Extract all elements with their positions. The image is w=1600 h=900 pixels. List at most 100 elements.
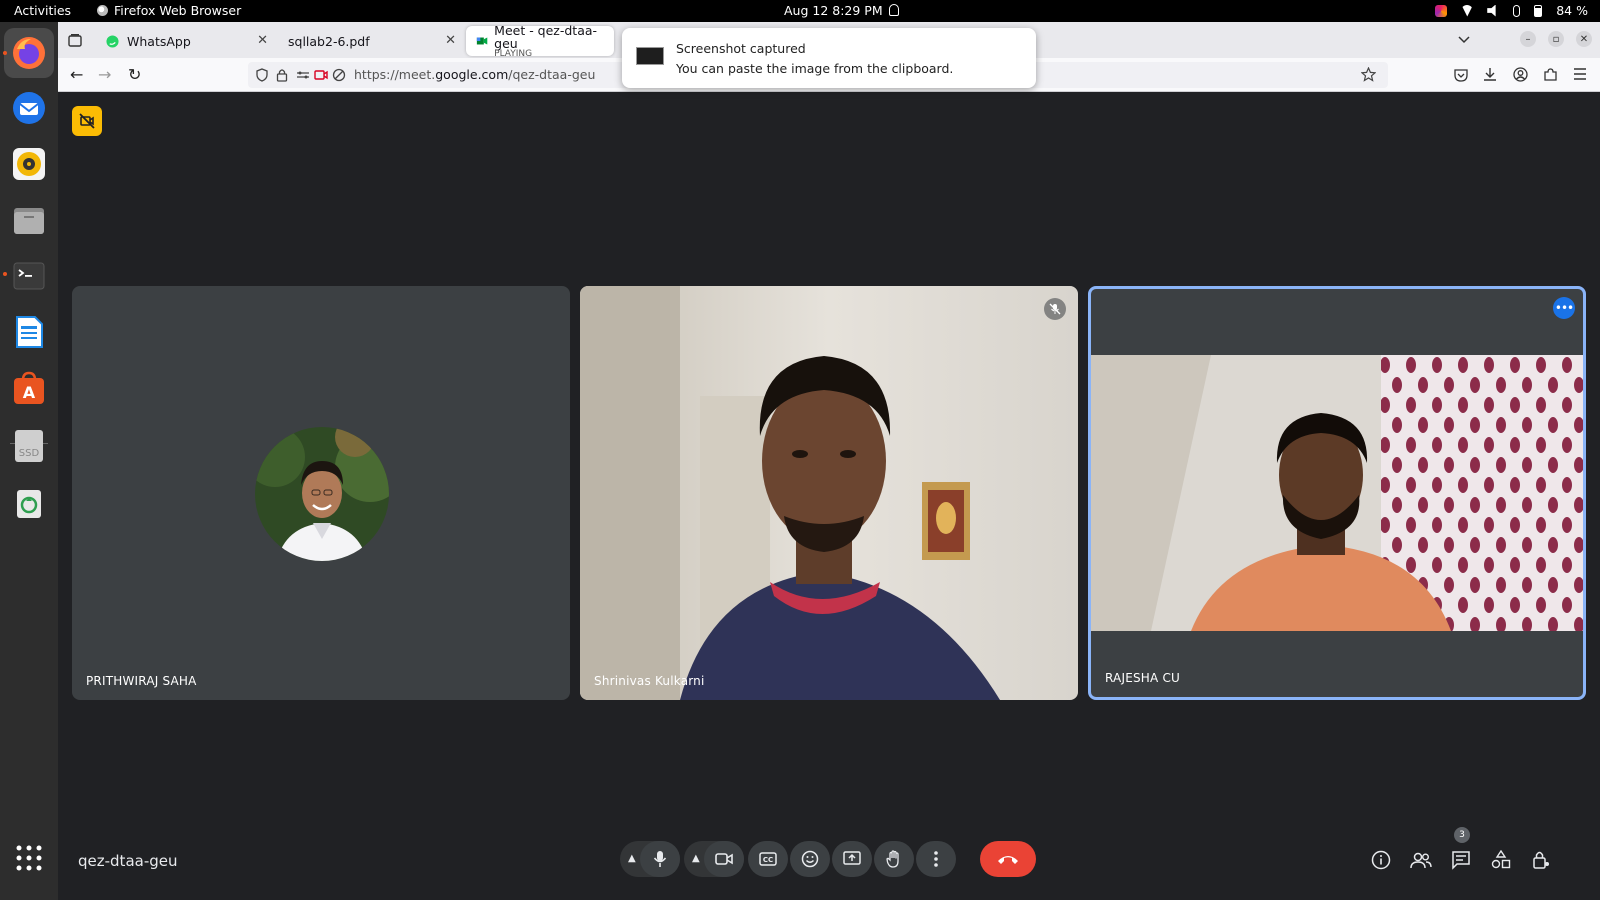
dock-writer[interactable] xyxy=(9,312,49,352)
more-options-icon[interactable]: ••• xyxy=(1553,297,1575,319)
participant-video xyxy=(1091,355,1583,631)
extensions-puzzle-icon[interactable] xyxy=(1543,67,1558,82)
video-camera-icon xyxy=(715,853,733,865)
notification-body: You can paste the image from the clipboa… xyxy=(676,61,954,76)
activities-button[interactable]: Activities xyxy=(14,3,71,18)
host-controls-button[interactable] xyxy=(1530,849,1552,871)
tab-overview-icon[interactable] xyxy=(68,33,82,47)
dock-app-center[interactable]: A xyxy=(9,368,49,408)
system-tray[interactable]: 84 % xyxy=(1435,3,1588,18)
notification-title: Screenshot captured xyxy=(676,41,806,56)
permissions-icon[interactable] xyxy=(296,70,310,80)
lock-person-icon xyxy=(1533,851,1549,869)
battery-icon xyxy=(1534,4,1543,17)
participant-tile[interactable]: Shrinivas Kulkarni xyxy=(580,286,1078,700)
whatsapp-icon xyxy=(106,34,119,48)
app-center-icon: A xyxy=(14,371,44,404)
captions-button[interactable]: CC xyxy=(748,841,788,877)
firefox-small-icon xyxy=(97,5,108,16)
meeting-code: qez-dtaa-geu xyxy=(78,852,178,870)
color-picker-icon[interactable] xyxy=(1435,4,1448,17)
pocket-icon[interactable] xyxy=(1454,68,1468,82)
rhythmbox-icon xyxy=(13,148,45,180)
audio-options-chevron-icon[interactable]: ▲ xyxy=(628,853,636,864)
minimize-window-icon[interactable]: – xyxy=(1520,31,1536,47)
dock-terminal[interactable] xyxy=(9,256,49,296)
account-icon[interactable] xyxy=(1513,67,1528,82)
meet-stage: PRITHWIRAJ SAHA Shrinivas Kulkarni ••• R… xyxy=(58,92,1600,900)
reload-icon[interactable]: ↻ xyxy=(128,65,141,84)
chat-button[interactable] xyxy=(1450,849,1472,871)
dock-rhythmbox[interactable] xyxy=(9,144,49,184)
battery-percent: 84 % xyxy=(1556,3,1588,18)
files-icon xyxy=(14,208,44,234)
list-all-tabs-chevron-icon[interactable] xyxy=(1458,36,1470,44)
svg-text:SSD: SSD xyxy=(19,448,40,459)
autoplay-blocked-icon[interactable] xyxy=(332,68,346,82)
bookmark-star-icon[interactable] xyxy=(1361,67,1376,82)
present-screen-icon xyxy=(843,851,861,865)
info-icon xyxy=(1371,850,1391,870)
tab-sqllab-pdf[interactable]: sqllab2-6.pdf ✕ xyxy=(278,26,464,56)
tracking-shield-icon[interactable] xyxy=(256,68,268,82)
participant-video xyxy=(580,286,1078,700)
drive-icon: SSD xyxy=(15,430,43,462)
tab-google-meet[interactable]: Meet - qez-dtaa-geu PLAYING xyxy=(466,24,614,58)
participant-tile[interactable]: PRITHWIRAJ SAHA xyxy=(72,286,570,700)
back-arrow-icon[interactable]: ← xyxy=(70,65,83,84)
screenshot-thumbnail xyxy=(636,47,664,65)
people-icon xyxy=(1410,852,1432,869)
running-indicator xyxy=(3,272,7,276)
forward-arrow-icon[interactable]: → xyxy=(98,65,111,84)
leave-call-button[interactable] xyxy=(980,841,1036,877)
hamburger-menu-icon[interactable] xyxy=(1573,68,1587,80)
dock-firefox[interactable] xyxy=(4,28,54,78)
close-window-icon[interactable]: ✕ xyxy=(1576,31,1592,47)
participant-name: RAJESHA CU xyxy=(1105,671,1181,685)
participant-name: Shrinivas Kulkarni xyxy=(594,674,705,688)
activities-panel-button[interactable] xyxy=(1490,849,1512,871)
microphone-button[interactable] xyxy=(640,841,680,877)
camera-button[interactable] xyxy=(704,841,744,877)
dock-files[interactable] xyxy=(9,200,49,240)
mic-off-icon xyxy=(1049,303,1061,315)
svg-text:CC: CC xyxy=(763,856,773,864)
camera-sharing-icon[interactable] xyxy=(314,69,328,81)
restore-window-icon[interactable]: ▫ xyxy=(1548,31,1564,47)
participant-tile-active[interactable]: ••• RAJESHA CU xyxy=(1088,286,1586,700)
svg-text:A: A xyxy=(23,383,36,402)
show-apps-button[interactable] xyxy=(9,838,49,878)
camera-off-badge[interactable] xyxy=(72,106,102,136)
notification-bell-icon xyxy=(889,4,899,16)
more-options-button[interactable] xyxy=(916,841,956,877)
app-menu[interactable]: Firefox Web Browser xyxy=(97,3,241,18)
shapes-icon xyxy=(1491,850,1511,869)
reactions-button[interactable] xyxy=(790,841,830,877)
lock-icon[interactable] xyxy=(276,68,288,82)
tab-close-icon[interactable]: ✕ xyxy=(257,33,268,48)
present-screen-button[interactable] xyxy=(832,841,872,877)
wifi-icon xyxy=(1461,4,1474,17)
people-button[interactable] xyxy=(1410,849,1432,871)
url-text: https://meet.google.com/qez-dtaa-geu xyxy=(354,67,596,82)
tab-close-icon[interactable]: ✕ xyxy=(445,33,456,48)
participants-count-badge: 3 xyxy=(1454,827,1470,843)
dock-ssd-drive[interactable]: SSD xyxy=(9,426,49,466)
downloads-icon[interactable] xyxy=(1483,67,1497,82)
muted-indicator xyxy=(1044,298,1066,320)
app-name: Firefox Web Browser xyxy=(114,3,242,18)
clock[interactable]: Aug 12 8:29 PM xyxy=(784,3,883,18)
video-options-chevron-icon[interactable]: ▲ xyxy=(692,853,700,864)
meeting-details-button[interactable] xyxy=(1370,849,1392,871)
speaker-icon xyxy=(1487,4,1496,17)
firefox-icon xyxy=(13,37,45,69)
running-indicator xyxy=(3,51,7,55)
terminal-icon xyxy=(13,262,45,290)
chat-icon xyxy=(1452,851,1470,870)
tab-whatsapp[interactable]: WhatsApp ✕ xyxy=(96,26,276,56)
screenshot-notification[interactable]: Screenshot captured You can paste the im… xyxy=(622,28,1036,88)
microphone-icon xyxy=(1513,4,1521,17)
dock-trash[interactable] xyxy=(9,482,49,522)
dock-thunderbird[interactable] xyxy=(9,88,49,128)
raise-hand-button[interactable] xyxy=(874,841,914,877)
